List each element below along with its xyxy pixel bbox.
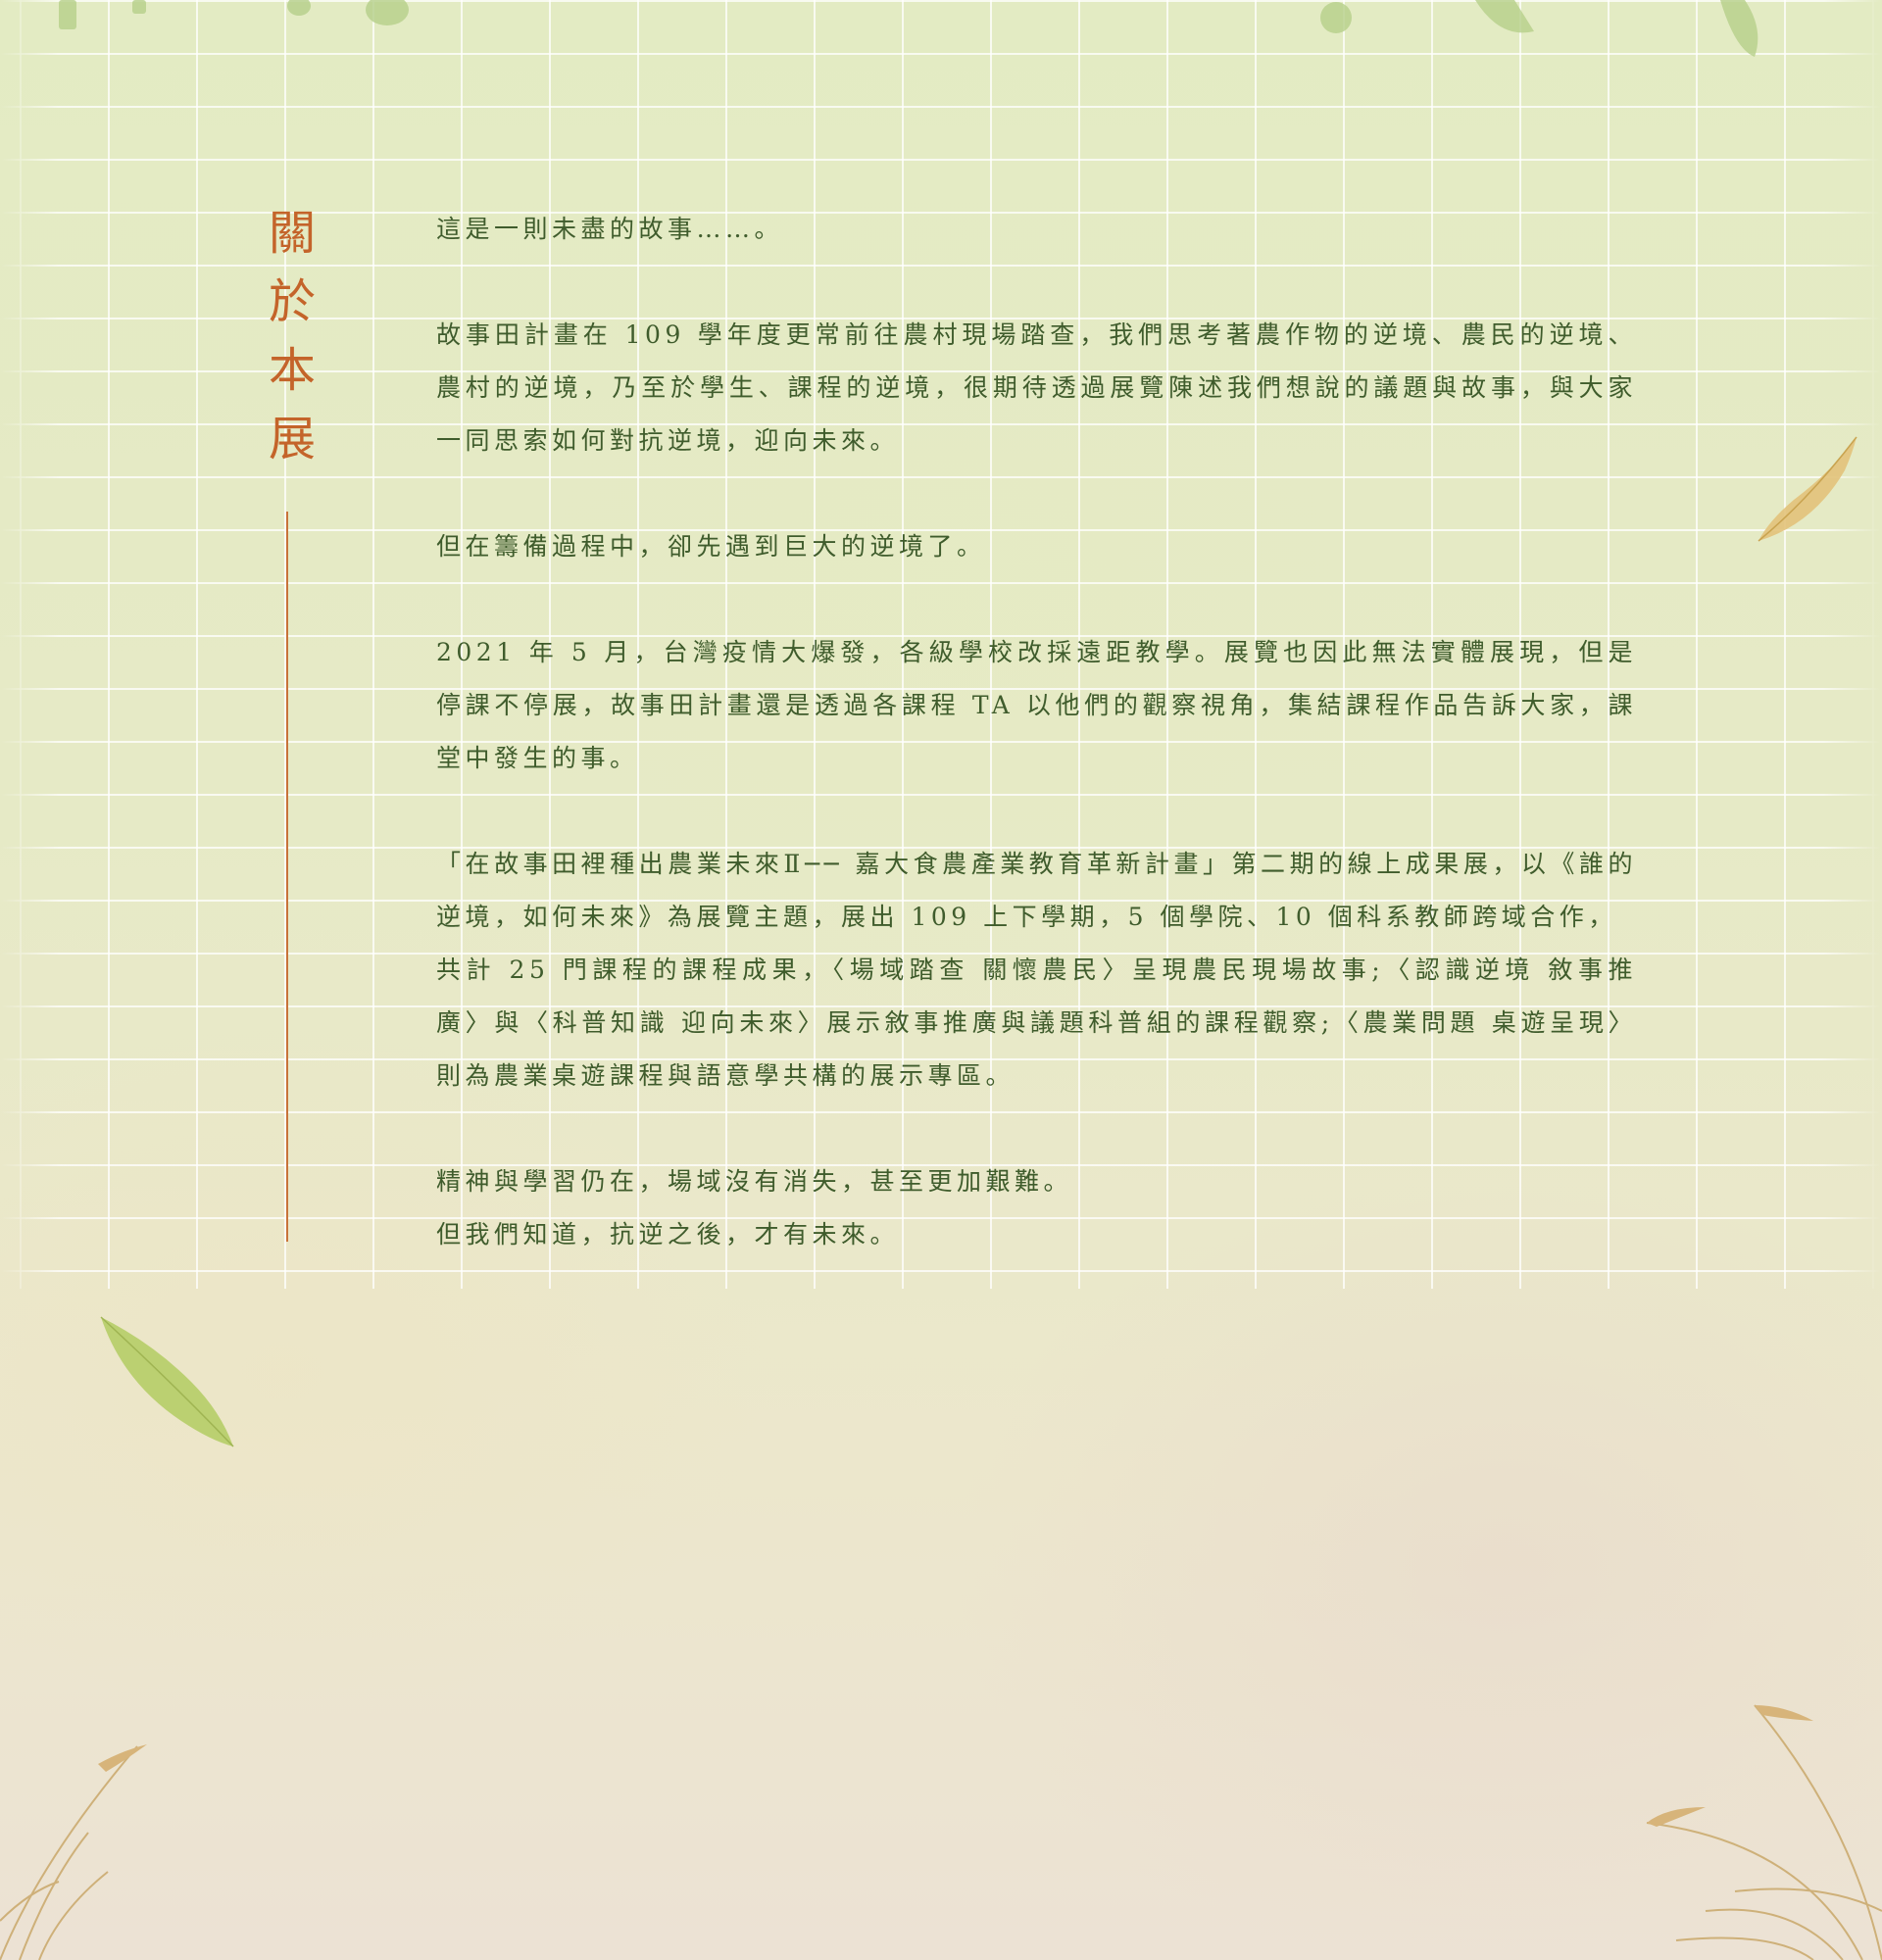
paragraph-exhibition: 「在故事田裡種出農業未來Ⅱ── 嘉大食農產業教育革新計畫」第二期的線上成果展，以…: [436, 850, 1637, 1090]
paragraph-plan: 故事田計畫在 109 學年度更常前往農村現場踏查，我們思考著農作物的逆境、農民的…: [436, 320, 1637, 455]
green-leaf-icon: [100, 1316, 234, 1447]
about-exhibition-text: 這是一則未盡的故事……。 故事田計畫在 109 學年度更常前往農村現場踏查，我們…: [436, 203, 1637, 1261]
paragraph-intro: 這是一則未盡的故事……。: [436, 215, 784, 243]
golden-leaf-icon: [1758, 436, 1857, 542]
page-title: 關於本展: [260, 208, 315, 482]
grass-left-decoration: [0, 1744, 147, 1960]
paragraph-closing: 精神與學習仍在，場域沒有消失，甚至更加艱難。 但我們知道，抗逆之後，才有未來。: [436, 1167, 1073, 1249]
paragraph-pandemic: 2021 年 5 月，台灣疫情大爆發，各級學校改採遠距教學。展覽也因此無法實體展…: [436, 638, 1637, 772]
top-plant-decoration: [59, 0, 1758, 57]
paragraph-adversity: 但在籌備過程中，卻先遇到巨大的逆境了。: [436, 532, 986, 561]
title-divider-line: [286, 512, 288, 1242]
grass-right-decoration: [1646, 1704, 1882, 1960]
section-heading: 關於本展: [260, 208, 315, 1242]
